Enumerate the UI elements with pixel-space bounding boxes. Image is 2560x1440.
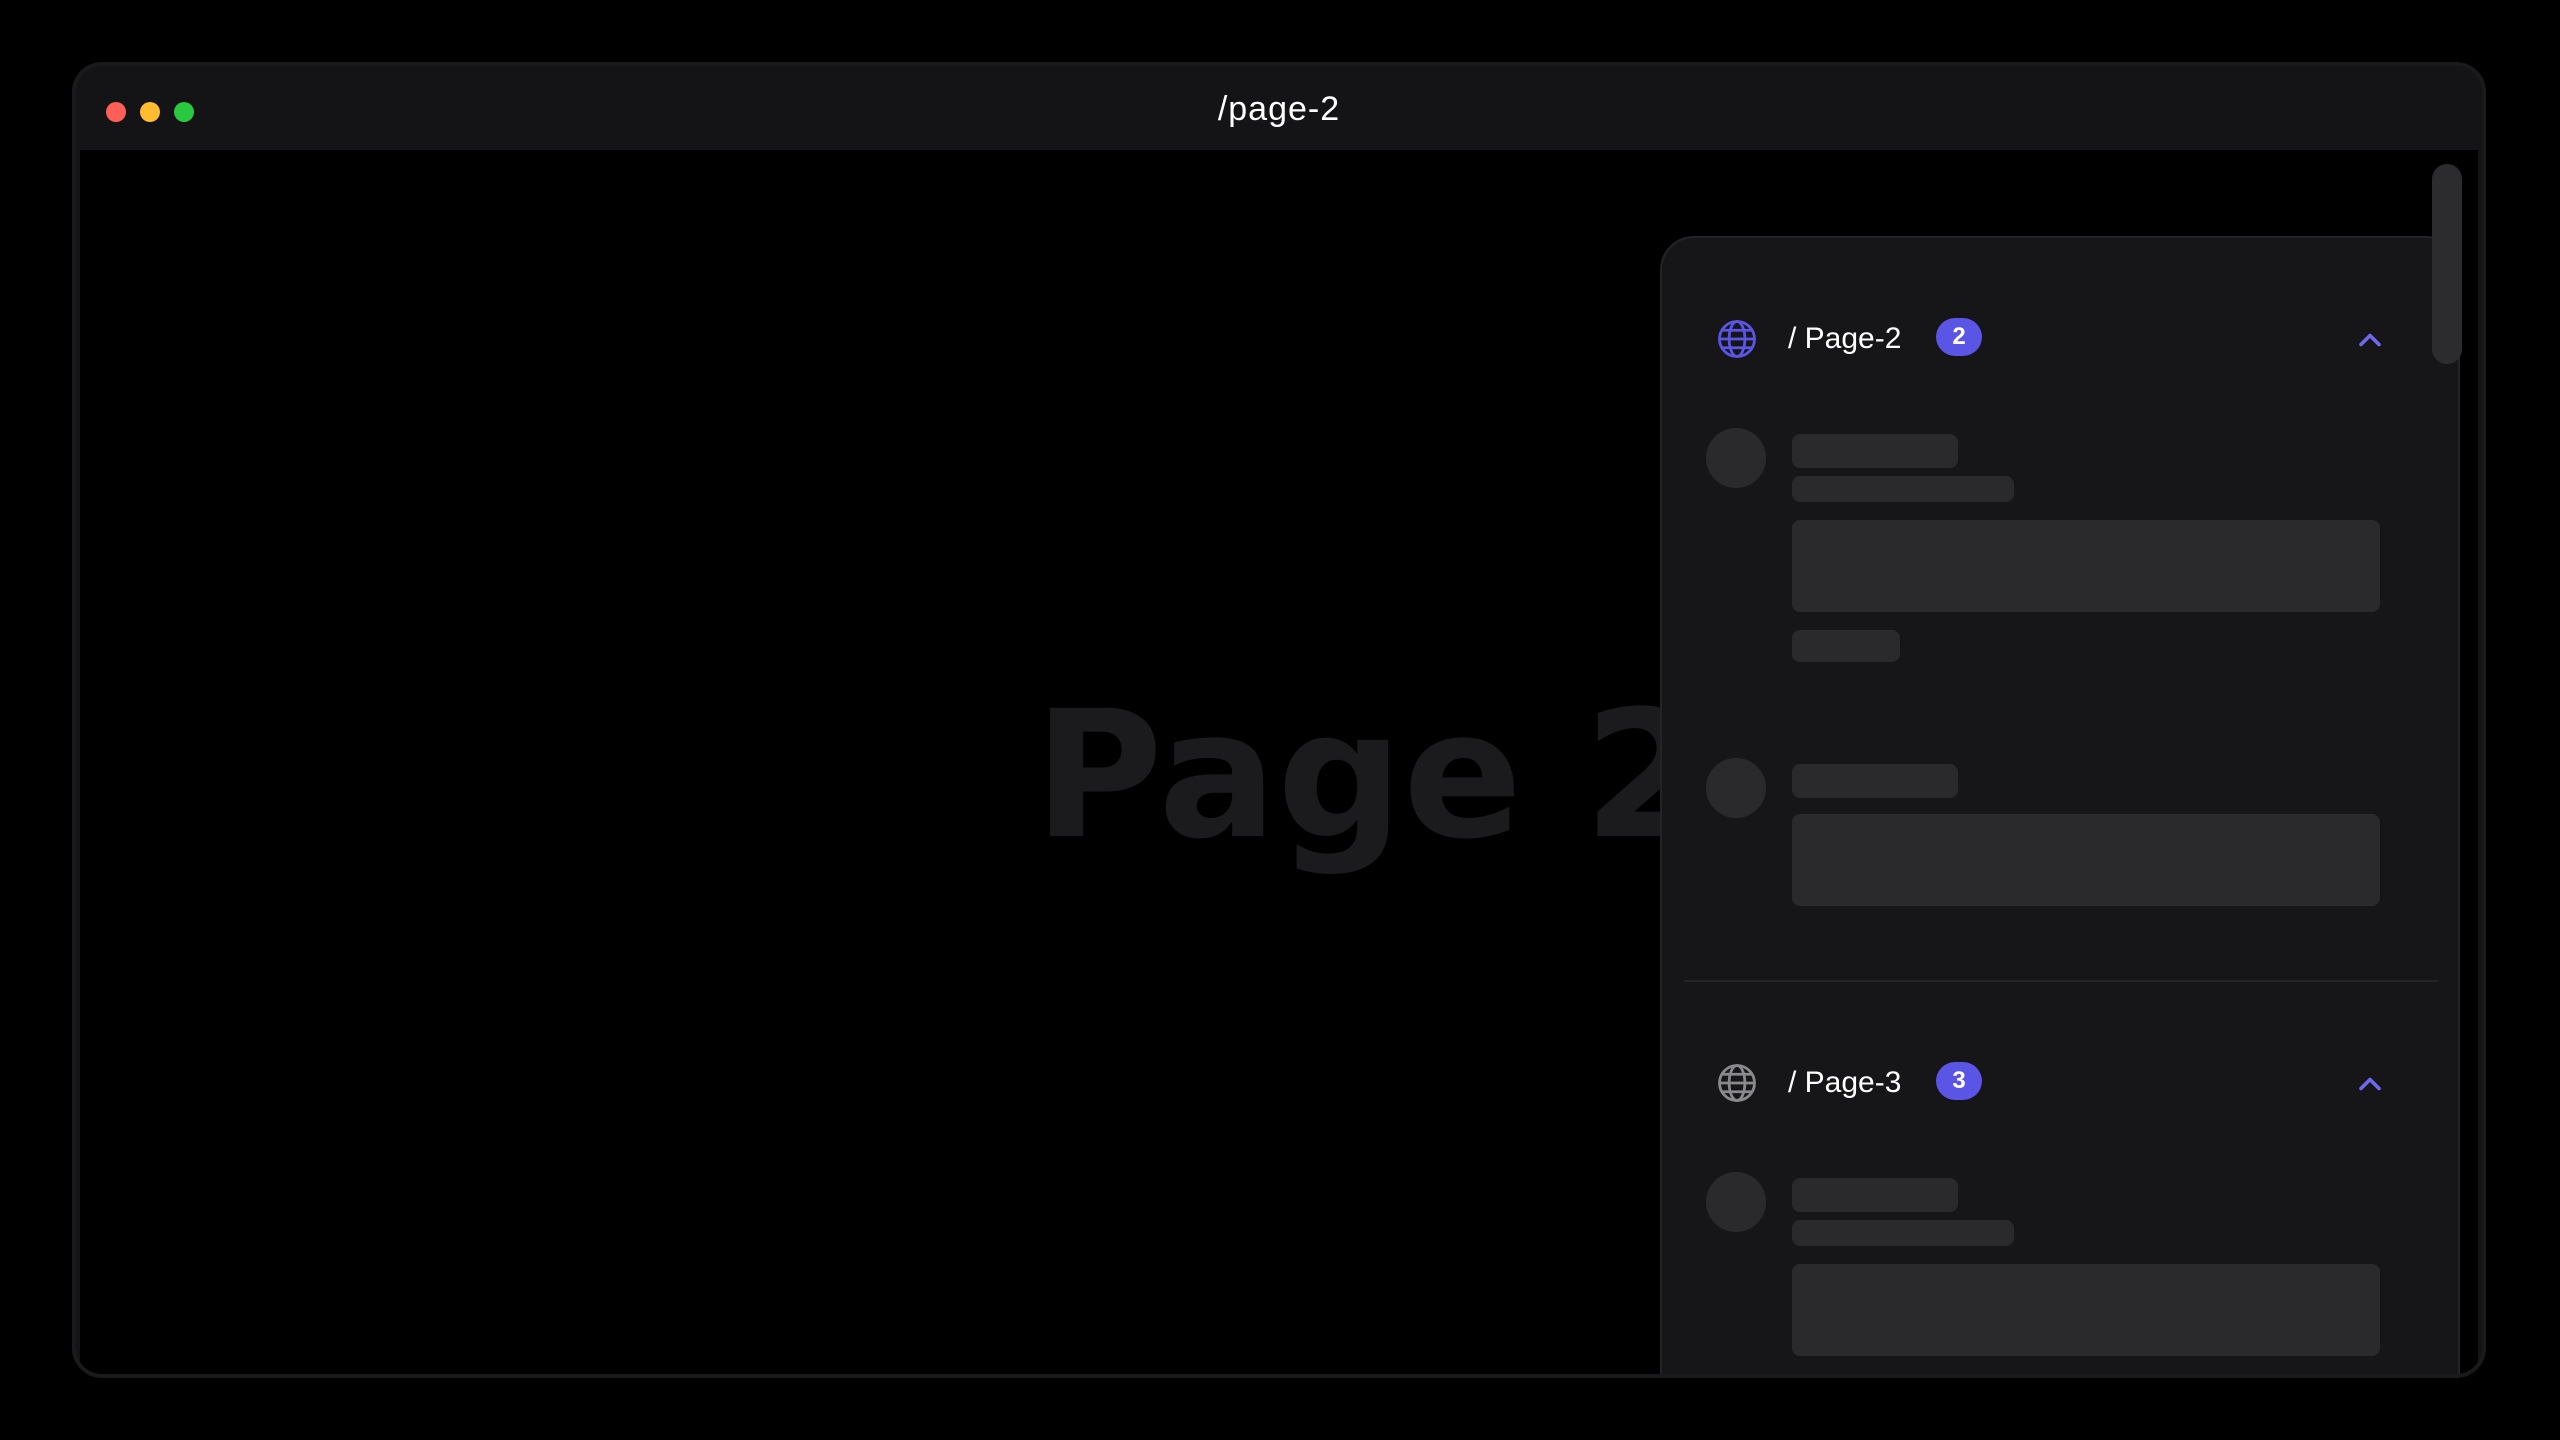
reply-placeholder (1792, 630, 1900, 662)
author-placeholder (1792, 764, 1958, 798)
globe-icon (1718, 320, 1756, 358)
comment-count-badge: 3 (1936, 1062, 1982, 1100)
message-placeholder (1792, 1264, 2380, 1356)
section-header-page-3[interactable]: / Page-3 3 (1662, 1042, 2458, 1122)
page-viewport: Page 2 / Page-2 2 / Page-3 3 (80, 150, 2478, 1378)
section-route-label: / Page-2 (1788, 322, 1902, 355)
author-placeholder (1792, 1178, 1958, 1212)
globe-icon (1718, 1064, 1756, 1102)
section-divider (1684, 980, 2438, 982)
timestamp-placeholder (1792, 1220, 2014, 1246)
avatar-placeholder (1706, 758, 1766, 818)
timestamp-placeholder (1792, 476, 2014, 502)
title-bar: /page-2 (76, 66, 2482, 150)
avatar-placeholder (1706, 1172, 1766, 1232)
chevron-up-icon[interactable] (2352, 322, 2388, 358)
window-title: /page-2 (1217, 90, 1341, 128)
panel-scrollbar[interactable] (2432, 164, 2462, 364)
message-placeholder (1792, 520, 2380, 612)
comments-panel: / Page-2 2 / Page-3 3 (1660, 236, 2460, 1378)
section-header-page-2[interactable]: / Page-2 2 (1662, 298, 2458, 378)
reply-placeholder (1792, 1374, 1900, 1378)
message-placeholder (1792, 814, 2380, 906)
comment-count-badge: 2 (1936, 318, 1982, 356)
chevron-up-icon[interactable] (2352, 1066, 2388, 1102)
avatar-placeholder (1706, 428, 1766, 488)
browser-window: /page-2 Page 2 / Page-2 2 / Page-3 3 (72, 62, 2486, 1378)
author-placeholder (1792, 434, 1958, 468)
page-heading: Page 2 (1033, 673, 1707, 878)
section-route-label: / Page-3 (1788, 1066, 1902, 1099)
